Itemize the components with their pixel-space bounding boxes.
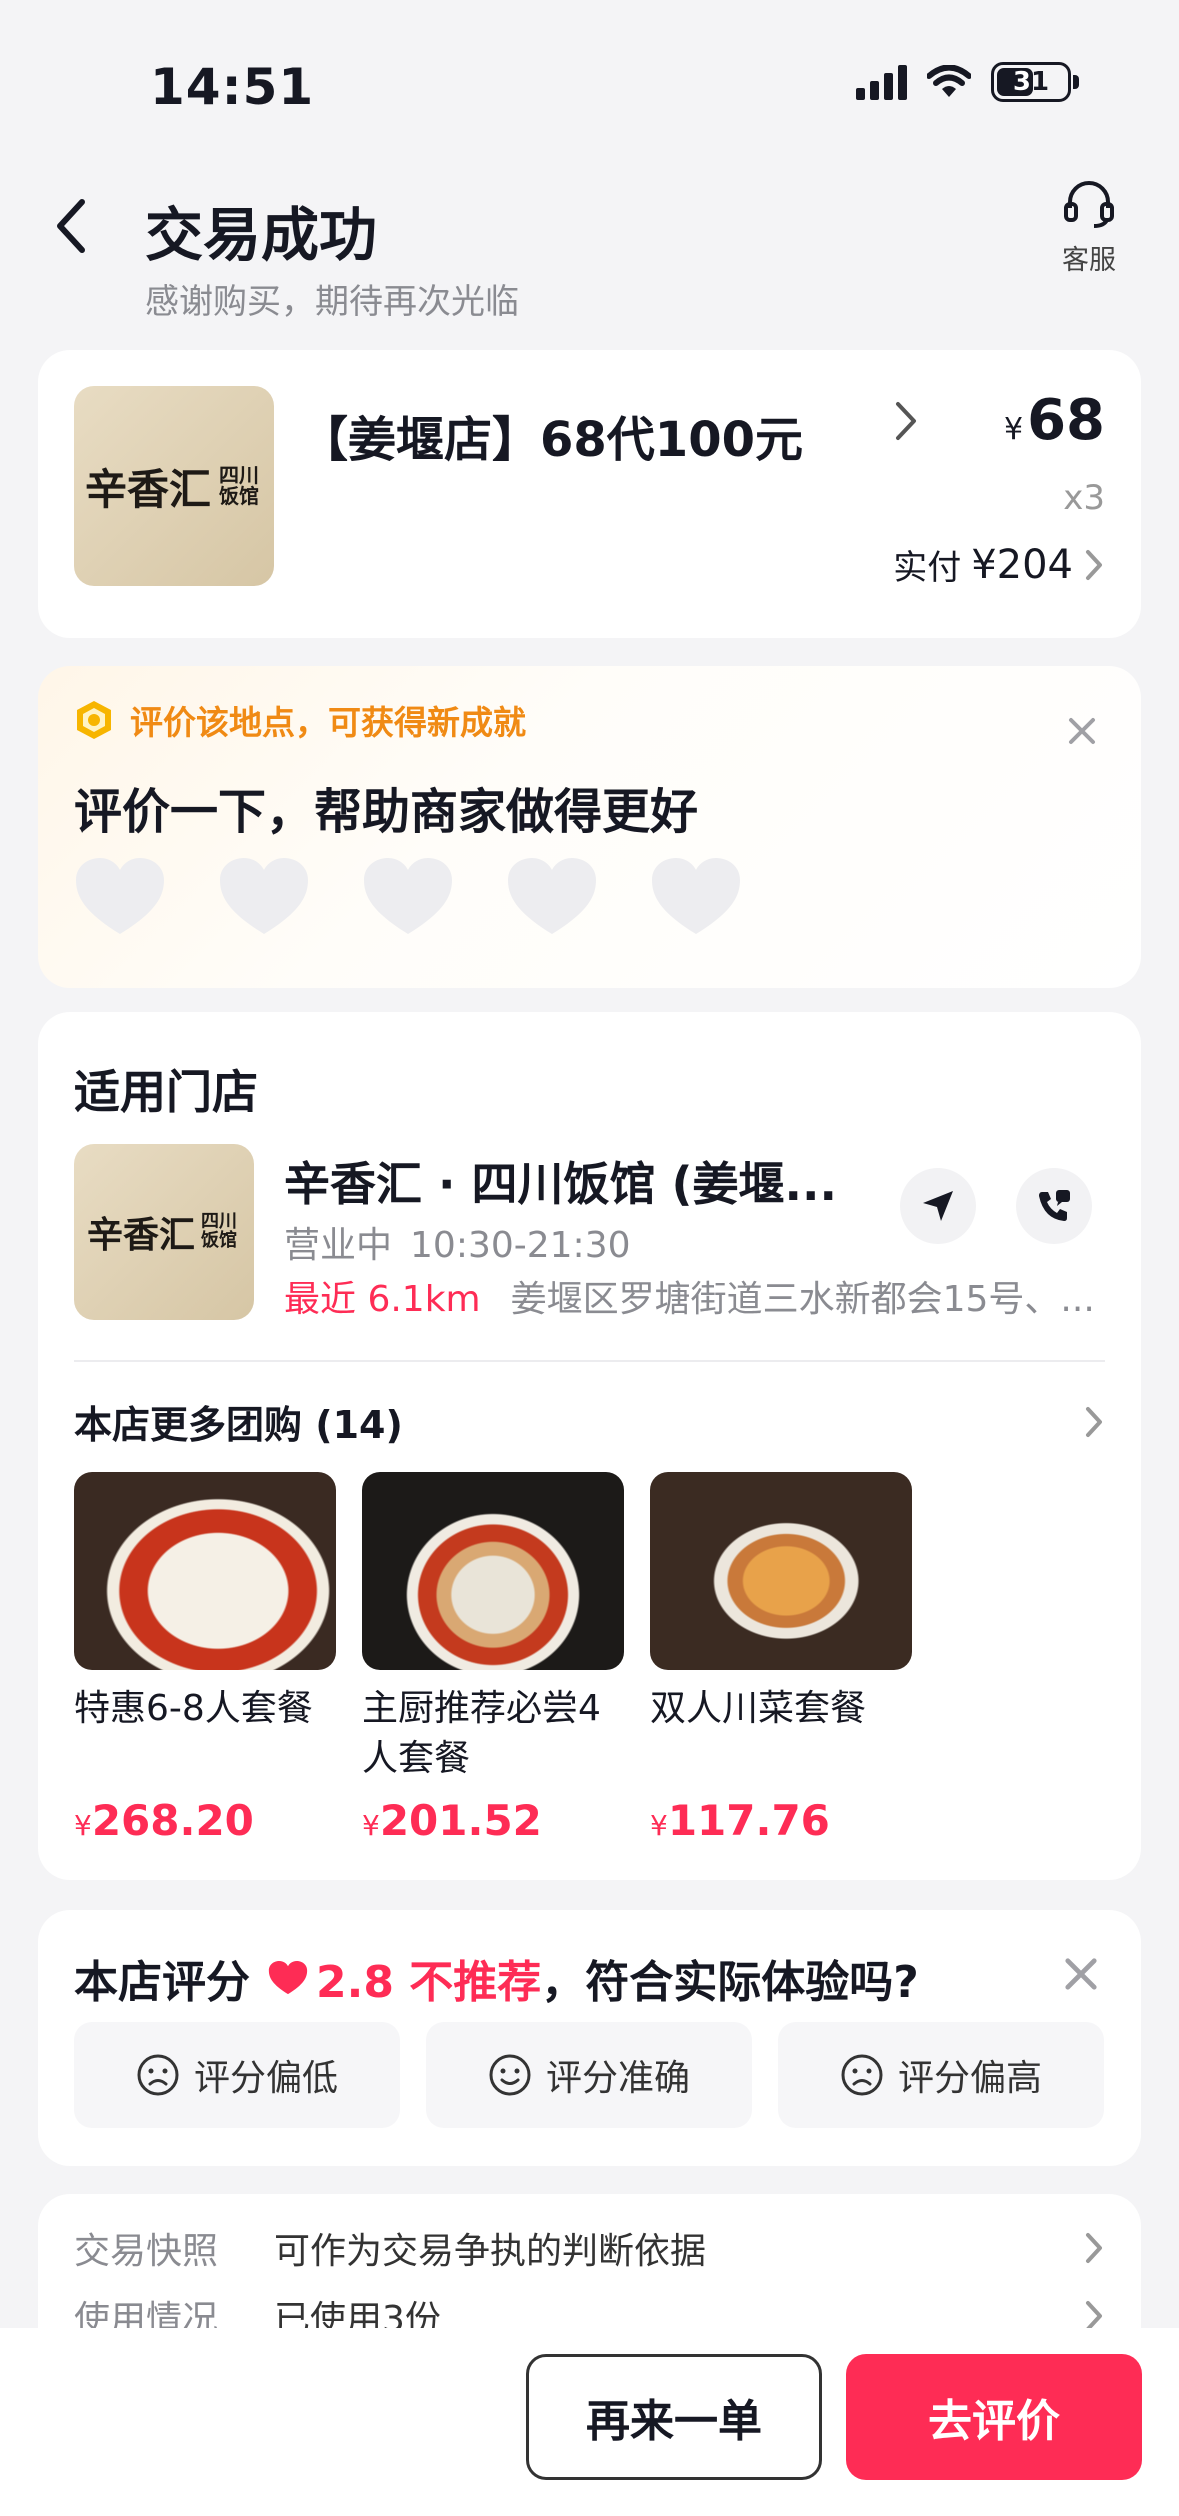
rating-prefix: 本店评分: [74, 1957, 250, 2008]
heart-icon[interactable]: [74, 856, 166, 938]
store-hours: 营业中 10:30-21:30: [284, 1225, 631, 1266]
thumb-sub: 四川饭馆: [219, 463, 259, 508]
product-thumbnail: 辛香汇 四川饭馆: [74, 386, 274, 586]
heart-icon[interactable]: [506, 856, 598, 938]
review-title: 评价一下，帮助商家做得更好: [74, 784, 699, 840]
badge-text: 评价该地点，可获得新成就: [130, 703, 526, 742]
product-quantity: x3: [1063, 478, 1105, 518]
rating-accurate-button[interactable]: 评分准确: [426, 2022, 752, 2128]
signal-icon: [856, 64, 907, 100]
heart-icon[interactable]: [218, 856, 310, 938]
deal-price: ¥201.52: [362, 1796, 542, 1845]
close-icon[interactable]: [1067, 716, 1097, 746]
navigate-button[interactable]: [900, 1168, 976, 1244]
sad-face-icon: [841, 2054, 883, 2096]
chevron-right-icon: [1086, 549, 1102, 580]
rating-too-high-button[interactable]: 评分偏高: [778, 2022, 1104, 2128]
info-key: 交易快照: [74, 2231, 219, 2272]
battery-level: 31: [1012, 67, 1050, 97]
deal-price: ¥268.20: [74, 1796, 254, 1845]
rating-question: 本店评分 2.8 不推荐 ，符合实际体验吗?: [74, 1946, 919, 2010]
rating-suffix: ，符合实际体验吗?: [541, 1957, 919, 2008]
section-title: 适用门店: [74, 1065, 258, 1119]
navigation-arrow-icon: [923, 1191, 953, 1221]
deal-name: 双人川菜套餐: [650, 1688, 867, 1729]
page-title: 交易成功: [145, 201, 378, 269]
divider: [74, 1360, 1105, 1362]
paid-amount: ¥204: [971, 541, 1073, 588]
product-name[interactable]: 【姜堰店】68代100元: [300, 400, 803, 470]
battery-icon: 31: [991, 62, 1071, 102]
heart-icon: [268, 1961, 308, 1995]
more-deals-label[interactable]: 本店更多团购 (14): [74, 1394, 403, 1449]
wifi-icon: [927, 65, 971, 97]
heart-icon[interactable]: [650, 856, 742, 938]
thumb-sub: 四川饭馆: [201, 1211, 237, 1251]
deal-name: 主厨推荐必尝4人套餐: [362, 1688, 601, 1779]
store-name[interactable]: 辛香汇 · 四川饭馆 (姜堰...: [284, 1148, 837, 1214]
thumb-brand: 辛香汇: [86, 1214, 195, 1256]
store-distance: 最近 6.1km: [284, 1279, 481, 1320]
product-price: ¥68: [1003, 388, 1105, 453]
deal-name: 特惠6-8人套餐: [74, 1688, 313, 1729]
headset-icon: [1064, 181, 1114, 228]
chevron-right-icon[interactable]: [890, 396, 920, 446]
achievement-badge: 评价该地点，可获得新成就: [74, 696, 526, 744]
heart-rating[interactable]: [74, 856, 742, 938]
buy-again-button[interactable]: 再来一单: [526, 2354, 822, 2480]
service-label: 客服: [1062, 245, 1116, 276]
sad-face-icon: [137, 2054, 179, 2096]
deal-image: [74, 1472, 336, 1670]
chevron-right-icon[interactable]: [1083, 1404, 1105, 1440]
page-subtitle: 感谢购买，期待再次光临: [145, 282, 519, 322]
smile-face-icon: [489, 2054, 531, 2096]
rating-too-low-button[interactable]: 评分偏低: [74, 2022, 400, 2128]
write-review-button[interactable]: 去评价: [846, 2354, 1142, 2480]
info-value: 可作为交易争执的判断依据: [274, 2231, 707, 2272]
customer-service-button[interactable]: 客服: [1049, 178, 1129, 277]
phone-icon: [1039, 1190, 1070, 1221]
deal-price: ¥117.76: [650, 1796, 830, 1845]
call-button[interactable]: [1016, 1168, 1092, 1244]
close-icon[interactable]: [1063, 1956, 1099, 1992]
store-address: 姜堰区罗塘街道三水新都会15号、...: [510, 1279, 1095, 1320]
deal-item[interactable]: 双人川菜套餐 ¥117.76: [650, 1472, 912, 1845]
chevron-right-icon: [1086, 2233, 1102, 2263]
status-time: 14:51: [150, 58, 315, 116]
order-product-card[interactable]: 辛香汇 四川饭馆 【姜堰店】68代100元 ¥68 x3 实付 ¥204: [38, 350, 1141, 638]
deal-image: [650, 1472, 912, 1670]
rating-score: 2.8 不推荐: [316, 1957, 542, 2008]
heart-icon[interactable]: [362, 856, 454, 938]
deal-item[interactable]: 主厨推荐必尝4人套餐 ¥201.52: [362, 1472, 624, 1845]
store-rating-card: 本店评分 2.8 不推荐 ，符合实际体验吗? 评分偏低 评分准确 评分偏高: [38, 1910, 1141, 2166]
snapshot-row[interactable]: 交易快照 可作为交易争执的判断依据: [74, 2222, 1105, 2274]
review-prompt-card: 评价该地点，可获得新成就 评价一下，帮助商家做得更好: [38, 666, 1141, 988]
store-location[interactable]: 最近 6.1km 姜堰区罗塘街道三水新都会15号、...: [284, 1270, 1095, 1322]
deal-image: [362, 1472, 624, 1670]
paid-amount-link[interactable]: 实付 ¥204: [893, 540, 1105, 589]
thumb-brand: 辛香汇: [84, 464, 211, 514]
back-icon[interactable]: [52, 196, 92, 256]
status-icons: 31: [856, 62, 1079, 102]
paid-label: 实付: [893, 548, 962, 588]
applicable-store-card: 适用门店 辛香汇 四川饭馆 辛香汇 · 四川饭馆 (姜堰... 营业中 10:30…: [38, 1012, 1141, 1880]
deal-item[interactable]: 特惠6-8人套餐 ¥268.20: [74, 1472, 336, 1845]
store-thumbnail[interactable]: 辛香汇 四川饭馆: [74, 1144, 254, 1320]
medal-icon: [77, 701, 111, 739]
